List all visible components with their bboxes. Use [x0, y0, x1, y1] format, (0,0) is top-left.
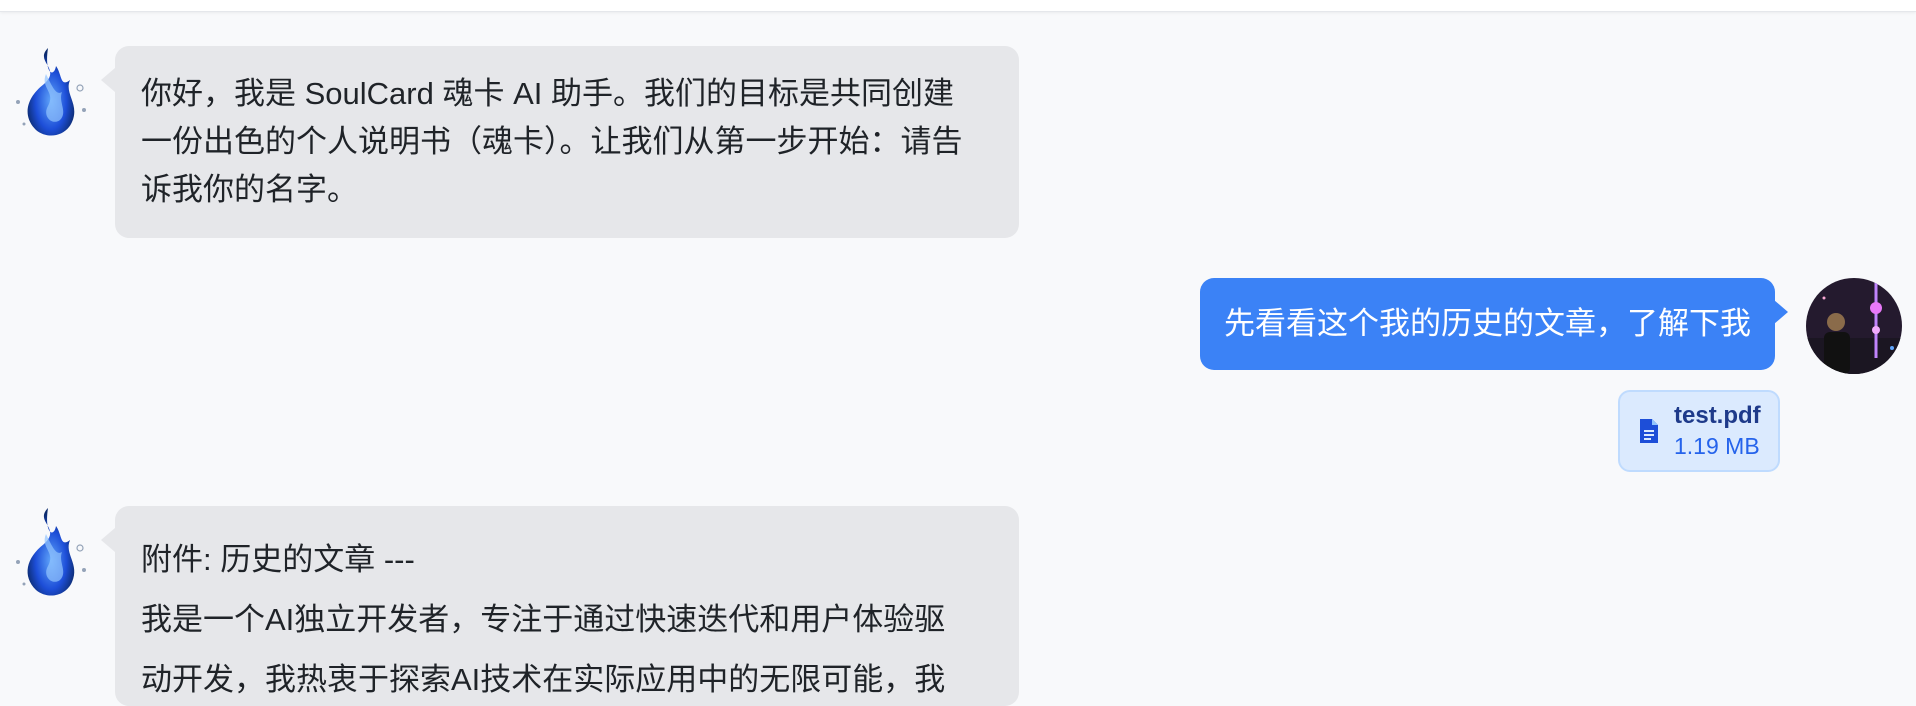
- ai-message-line: 诉我你的名字。: [141, 172, 358, 207]
- ai-message-bubble: 你好，我是 SoulCard 魂卡 AI 助手。我们的目标是共同创建 一份出色的…: [101, 46, 1019, 238]
- ai-message-bubble: 附件: 历史的文章 --- 我是一个AI独立开发者，专注于通过快速迭代和用户体验…: [101, 506, 1019, 706]
- user-message-bubble: 先看看这个我的历史的文章，了解下我: [1200, 278, 1788, 370]
- document-icon: [1640, 419, 1658, 443]
- top-bar: [0, 0, 1916, 12]
- ai-message-line: 一份出色的个人说明书（魂卡）。让我们从第一步开始：请告: [141, 124, 963, 159]
- file-attachment-chip[interactable]: test.pdf 1.19 MB: [1618, 390, 1780, 472]
- file-name: test.pdf: [1674, 402, 1761, 429]
- file-size: 1.19 MB: [1674, 433, 1760, 459]
- chat-message-list[interactable]: 你好，我是 SoulCard 魂卡 AI 助手。我们的目标是共同创建 一份出色的…: [0, 12, 1916, 706]
- user-avatar: [1806, 278, 1902, 374]
- ai-assistant-avatar: [4, 504, 92, 600]
- attachment-heading: 附件: 历史的文章 ---: [141, 542, 415, 577]
- ai-message-line: 你好，我是 SoulCard 魂卡 AI 助手。我们的目标是共同创建: [141, 76, 954, 111]
- ai-message-line: 动开发，我热衷于探索AI技术在实际应用中的无限可能，我: [141, 662, 946, 697]
- ai-message-line: 我是一个AI独立开发者，专注于通过快速迭代和用户体验驱: [141, 602, 946, 637]
- user-message-text: 先看看这个我的历史的文章，了解下我: [1224, 306, 1751, 341]
- file-info: test.pdf 1.19 MB: [1674, 401, 1761, 461]
- ai-assistant-avatar: [4, 44, 92, 140]
